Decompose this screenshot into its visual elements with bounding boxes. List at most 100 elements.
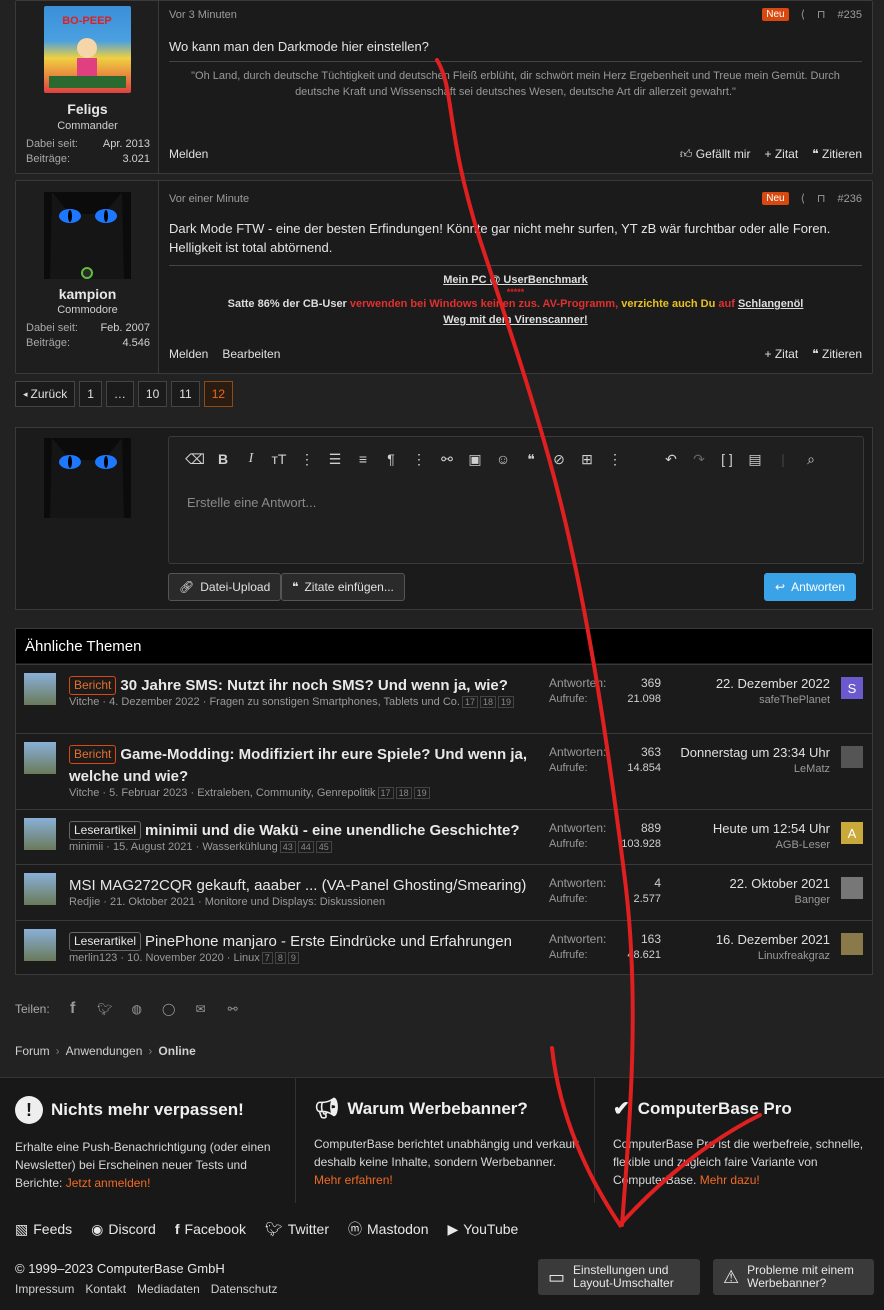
avatar[interactable] bbox=[44, 192, 131, 279]
thread-row[interactable]: Bericht Game-Modding: Modifiziert ihr eur… bbox=[16, 733, 872, 809]
code-icon[interactable]: [ ] bbox=[713, 451, 741, 468]
email-icon[interactable]: ✉ bbox=[192, 1000, 210, 1018]
thread-icon[interactable] bbox=[24, 742, 56, 774]
social-facebook[interactable]: f Facebook bbox=[175, 1219, 246, 1239]
thread-icon[interactable] bbox=[24, 818, 56, 850]
avatar[interactable] bbox=[841, 877, 863, 899]
more-link[interactable]: Mehr dazu! bbox=[700, 1173, 760, 1187]
last-post-date[interactable]: Donnerstag um 23:34 Uhr bbox=[660, 744, 830, 761]
post-number[interactable]: #236 bbox=[838, 193, 862, 205]
facebook-icon[interactable]: f bbox=[64, 1000, 82, 1018]
smiley-icon[interactable]: ☺ bbox=[489, 451, 517, 468]
thread-forum[interactable]: Fragen zu sonstigen Smartphones, Tablets… bbox=[209, 696, 460, 708]
post-time[interactable]: Vor 3 Minuten bbox=[169, 9, 237, 21]
last-post-user[interactable]: AGB-Leser bbox=[660, 837, 830, 854]
legal-link[interactable]: Impressum bbox=[15, 1282, 74, 1296]
preview-icon[interactable]: ⌕ bbox=[797, 451, 825, 468]
thread-date[interactable]: 5. Februar 2023 bbox=[109, 787, 187, 799]
last-post-user[interactable]: Banger bbox=[660, 892, 830, 909]
social-youtube[interactable]: ▶ YouTube bbox=[448, 1219, 519, 1239]
draft-icon[interactable]: ▤ bbox=[741, 451, 769, 468]
avatar[interactable]: S bbox=[841, 677, 863, 699]
pager-ellipsis[interactable]: … bbox=[105, 381, 134, 407]
signup-link[interactable]: Jetzt anmelden! bbox=[66, 1176, 151, 1190]
ad-problem-button[interactable]: ⚠ Probleme mit einem Werbebanner? bbox=[713, 1259, 874, 1295]
insert-quotes-button[interactable]: ❝ Zitate einfügen... bbox=[281, 573, 405, 601]
legal-link[interactable]: Datenschutz bbox=[211, 1282, 278, 1296]
thread-forum[interactable]: Monitore und Displays: Diskussionen bbox=[205, 896, 385, 908]
page-link[interactable]: 8 bbox=[274, 952, 286, 964]
submit-reply-button[interactable]: ↩ Antworten bbox=[764, 573, 857, 601]
pager-page[interactable]: 11 bbox=[171, 381, 200, 407]
username[interactable]: kampion bbox=[16, 286, 159, 302]
last-post-date[interactable]: 22. Dezember 2022 bbox=[660, 675, 830, 692]
thread-date[interactable]: 10. November 2020 bbox=[127, 952, 224, 964]
last-post-date[interactable]: Heute um 12:54 Uhr bbox=[660, 820, 830, 837]
page-link[interactable]: 17 bbox=[461, 696, 478, 708]
post-time[interactable]: Vor einer Minute bbox=[169, 193, 249, 205]
avatar[interactable] bbox=[841, 746, 863, 768]
thread-row[interactable]: Leserartikel minimii und die Wakü - eine … bbox=[16, 809, 872, 864]
reply-link[interactable]: ❝ Zitieren bbox=[812, 147, 862, 162]
page-link[interactable]: 9 bbox=[287, 952, 299, 964]
text-size-icon[interactable]: тT bbox=[265, 451, 293, 468]
list-icon[interactable]: ☰ bbox=[321, 451, 349, 468]
multiquote-link[interactable]: + Zitat bbox=[764, 147, 798, 162]
thread-icon[interactable] bbox=[24, 873, 56, 905]
last-post-user[interactable]: Linuxfreakgraz bbox=[660, 948, 830, 965]
post-number[interactable]: #235 bbox=[838, 9, 862, 21]
link-icon[interactable]: ⚯ bbox=[224, 1000, 242, 1018]
page-link[interactable]: 43 bbox=[279, 841, 296, 853]
thread-date[interactable]: 15. August 2021 bbox=[113, 841, 193, 853]
table-icon[interactable]: ⊞ bbox=[573, 451, 601, 468]
thread-author[interactable]: Redjie bbox=[69, 896, 100, 908]
last-post-user[interactable]: safeThePlanet bbox=[660, 692, 830, 709]
thread-row[interactable]: MSI MAG272CQR gekauft, aaaber ... (VA-Pa… bbox=[16, 864, 872, 920]
thread-icon[interactable] bbox=[24, 673, 56, 705]
learn-more-link[interactable]: Mehr erfahren! bbox=[314, 1173, 393, 1187]
bookmark-icon[interactable]: ⊓ bbox=[817, 8, 826, 21]
italic-icon[interactable]: I bbox=[237, 451, 265, 468]
thread-forum[interactable]: Wasserkühlung bbox=[202, 841, 277, 853]
more-icon[interactable]: ⋮ bbox=[601, 451, 629, 468]
page-link[interactable]: 17 bbox=[377, 787, 394, 799]
thread-title[interactable]: Leserartikel PinePhone manjaro - Erste Ei… bbox=[69, 931, 539, 953]
sig-link-benchmark[interactable]: Mein PC @ UserBenchmark bbox=[443, 274, 588, 286]
page-link[interactable]: 19 bbox=[413, 787, 430, 799]
like-link[interactable]: 👍︎ Gefällt mir bbox=[680, 147, 751, 162]
thread-author[interactable]: Vitche bbox=[69, 696, 99, 708]
settings-button[interactable]: ▭ Einstellungen und Layout-Umschalter bbox=[538, 1259, 700, 1295]
thread-icon[interactable] bbox=[24, 929, 56, 961]
page-link[interactable]: 44 bbox=[297, 841, 314, 853]
thread-forum[interactable]: Linux bbox=[234, 952, 260, 964]
align-icon[interactable]: ≡ bbox=[349, 451, 377, 468]
last-post-date[interactable]: 22. Oktober 2021 bbox=[660, 875, 830, 892]
social-mastodon[interactable]: ⓜ Mastodon bbox=[348, 1219, 428, 1239]
page-link[interactable]: 18 bbox=[395, 787, 412, 799]
report-link[interactable]: Melden bbox=[169, 147, 208, 162]
thread-row[interactable]: Leserartikel PinePhone manjaro - Erste Ei… bbox=[16, 920, 872, 975]
avatar[interactable]: BO-PEEP bbox=[44, 6, 131, 93]
thread-title[interactable]: MSI MAG272CQR gekauft, aaaber ... (VA-Pa… bbox=[69, 875, 539, 897]
thread-row[interactable]: Bericht 30 Jahre SMS: Nutzt ihr noch SMS?… bbox=[16, 664, 872, 733]
social-twitter[interactable]: 🐦︎ Twitter bbox=[265, 1219, 329, 1239]
paragraph-icon[interactable]: ¶ bbox=[377, 451, 405, 468]
multiquote-link[interactable]: + Zitat bbox=[764, 347, 798, 361]
thread-title[interactable]: Leserartikel minimii und die Wakü - eine … bbox=[69, 820, 539, 842]
username[interactable]: Feligs bbox=[16, 101, 159, 117]
legal-link[interactable]: Kontakt bbox=[85, 1282, 126, 1296]
sig-link-virenscanner[interactable]: Weg mit dem Virenscanner! bbox=[443, 314, 587, 326]
bookmark-icon[interactable]: ⊓ bbox=[817, 192, 826, 205]
more-icon[interactable]: ⋮ bbox=[293, 451, 321, 468]
social-feeds[interactable]: ▧ Feeds bbox=[15, 1219, 72, 1239]
share-icon[interactable]: ⟨ bbox=[801, 192, 805, 205]
thread-title[interactable]: Bericht Game-Modding: Modifiziert ihr eur… bbox=[69, 744, 539, 788]
breadcrumb-item[interactable]: Anwendungen bbox=[66, 1044, 143, 1058]
more-icon[interactable]: ⋮ bbox=[405, 451, 433, 468]
breadcrumb-current[interactable]: Online bbox=[158, 1044, 195, 1058]
pager-page[interactable]: 10 bbox=[137, 381, 168, 407]
page-link[interactable]: 19 bbox=[497, 696, 514, 708]
edit-link[interactable]: Bearbeiten bbox=[222, 347, 280, 361]
thread-date[interactable]: 21. Oktober 2021 bbox=[110, 896, 195, 908]
last-post-date[interactable]: 16. Dezember 2021 bbox=[660, 931, 830, 948]
